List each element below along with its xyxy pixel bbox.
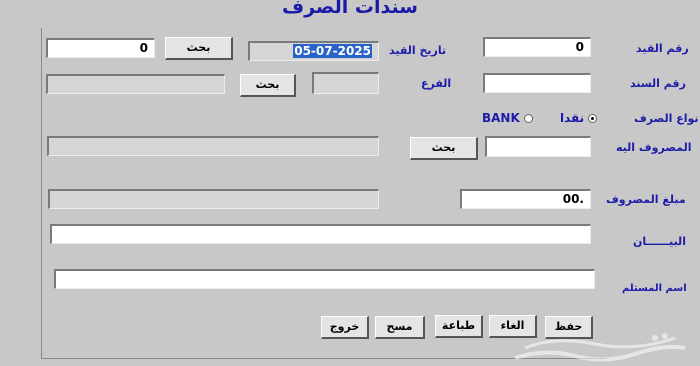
- entry-date-field[interactable]: 05-07-2025: [248, 41, 379, 61]
- entry-date-label: تاريخ القيد: [389, 44, 447, 57]
- amount-label: مبلغ المصروف: [606, 193, 686, 206]
- voucher-no-field[interactable]: [483, 73, 591, 93]
- paid-to-name-field: [47, 136, 379, 156]
- cash-option-label: نقدا: [560, 111, 585, 125]
- bank-option-label: BANK: [482, 111, 520, 125]
- amount-words-field: [48, 189, 379, 209]
- branch-label: الفرع: [421, 77, 452, 90]
- search-value-field[interactable]: 0: [46, 38, 155, 58]
- entry-no-field[interactable]: 0: [483, 37, 591, 57]
- entry-date-value: 05-07-2025: [293, 44, 372, 58]
- branch-name-field: [46, 74, 225, 94]
- paid-to-code-field[interactable]: [485, 136, 591, 157]
- cash-option[interactable]: نقدا: [560, 111, 598, 125]
- watermark-logo: [514, 333, 686, 362]
- bank-radio[interactable]: [523, 113, 533, 123]
- paid-to-label: المصروف اليه: [616, 141, 692, 154]
- receiver-label: اسم المستلم: [622, 283, 687, 294]
- print-button[interactable]: طباعة: [435, 315, 483, 338]
- window-title: سندات الصرف: [282, 0, 418, 18]
- description-label: البيــــــان: [633, 235, 686, 248]
- amount-field[interactable]: 00.: [460, 189, 591, 209]
- entry-no-label: رقم القيد: [636, 42, 689, 55]
- payment-type-label: نواع الصرف: [634, 112, 699, 125]
- search-button-paid-to[interactable]: بحث: [410, 137, 478, 160]
- description-field[interactable]: [50, 224, 591, 244]
- branch-code-field[interactable]: [312, 72, 379, 94]
- exit-button[interactable]: خروج: [321, 316, 369, 339]
- cash-radio[interactable]: [588, 113, 598, 123]
- clear-button[interactable]: مسح: [375, 316, 425, 339]
- voucher-no-label: رقم السند: [630, 77, 686, 90]
- bank-option[interactable]: BANK: [482, 111, 533, 125]
- search-button-branch[interactable]: بحث: [240, 74, 296, 97]
- receiver-field[interactable]: [54, 269, 595, 289]
- search-button-date[interactable]: بحث: [165, 37, 233, 60]
